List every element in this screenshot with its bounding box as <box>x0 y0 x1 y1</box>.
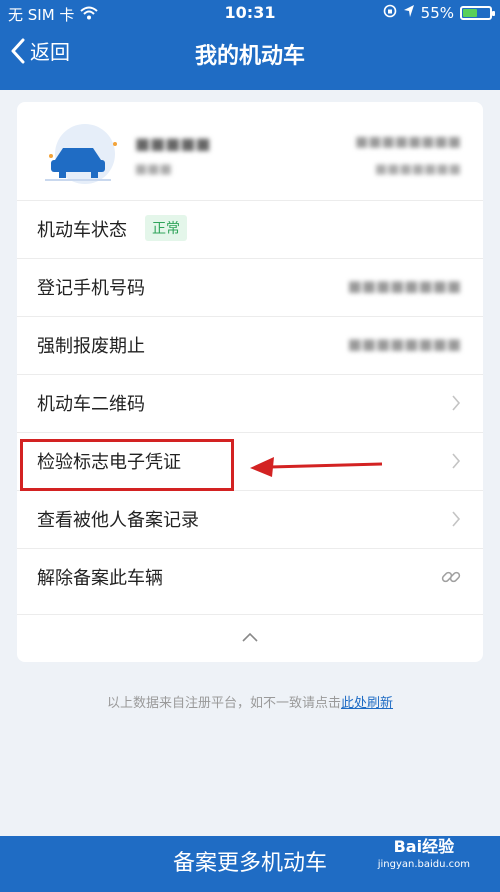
refresh-link[interactable]: 此处刷新 <box>341 696 393 711</box>
plate-type: ■■■ <box>135 162 172 177</box>
nav-bar: 返回 我的机动车 <box>0 28 500 78</box>
row-label: 查看被他人备案记录 <box>37 510 199 531</box>
row-label: 机动车状态 <box>37 220 127 241</box>
watermark-brand: Bai经验 <box>393 837 455 856</box>
car-icon <box>45 124 117 184</box>
status-bar: 无 SIM 卡 10:31 55% <box>0 0 500 28</box>
row-label: 强制报废期止 <box>37 336 145 357</box>
vehicle-date: ■■■■■■■ <box>375 162 461 177</box>
unlink-icon <box>441 571 461 583</box>
row-label: 机动车二维码 <box>37 394 145 415</box>
page-title: 我的机动车 <box>194 44 305 69</box>
top-bar: 无 SIM 卡 10:31 55% 返回 我的机动车 <box>0 0 500 90</box>
annotation-arrow <box>250 457 383 477</box>
battery-icon <box>460 6 495 20</box>
status-badge: 正常 <box>145 215 187 241</box>
vehicle-card: ■■■■■ ■■■ ■■■■■■■■ ■■■■■■■ 机动车状态 正常 登记手机… <box>17 102 483 662</box>
row-label: 登记手机号码 <box>37 278 145 299</box>
footer-note-text: 以上数据来自注册平台，如不一致请点击 <box>106 696 341 711</box>
vehicle-id: ■■■■■■■■ <box>355 134 461 150</box>
vehicle-header[interactable]: ■■■■■ ■■■ ■■■■■■■■ ■■■■■■■ <box>17 102 483 200</box>
phone-value: ■■■■■■■■ <box>347 277 461 295</box>
battery-percent: 55% <box>420 4 454 22</box>
baidu-jingyan-watermark: Bai经验 jingyan.baidu.com <box>378 838 470 874</box>
plate-number: ■■■■■ <box>135 134 211 153</box>
row-unbind-vehicle[interactable]: 解除备案此车辆 <box>17 548 483 606</box>
chevron-right-icon <box>452 395 461 411</box>
row-scrap-date: 强制报废期止 ■■■■■■■■ <box>17 316 483 374</box>
annotation-highlight-box <box>20 439 234 491</box>
row-label: 解除备案此车辆 <box>37 568 163 589</box>
footer-note: 以上数据来自注册平台，如不一致请点击此处刷新 <box>0 692 500 711</box>
chevron-right-icon <box>452 453 461 469</box>
scrap-date-value: ■■■■■■■■ <box>347 335 461 353</box>
row-filing-records[interactable]: 查看被他人备案记录 <box>17 490 483 548</box>
row-phone: 登记手机号码 ■■■■■■■■ <box>17 258 483 316</box>
location-icon <box>403 4 415 22</box>
row-vehicle-status: 机动车状态 正常 <box>17 200 483 258</box>
collapse-button[interactable] <box>17 614 483 662</box>
rotation-lock-icon <box>383 4 397 22</box>
chevron-right-icon <box>452 511 461 527</box>
chevron-up-icon <box>242 632 258 642</box>
watermark-url: jingyan.baidu.com <box>377 859 470 870</box>
row-qr-code[interactable]: 机动车二维码 <box>17 374 483 432</box>
